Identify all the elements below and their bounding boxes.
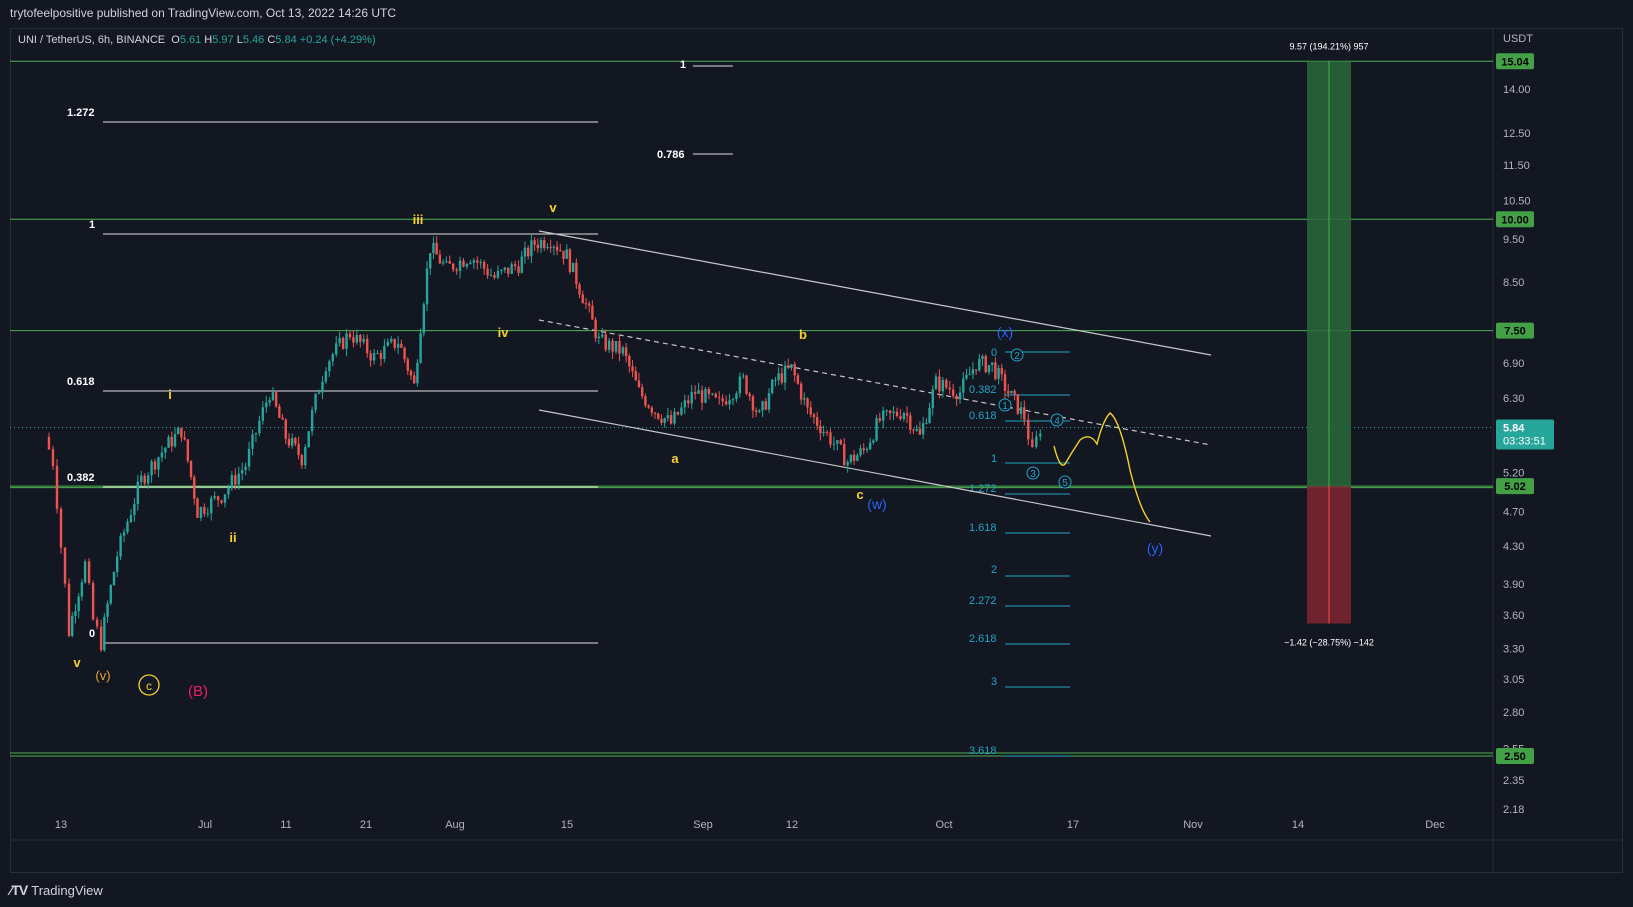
high-value: 5.97 [212, 34, 234, 46]
chart-frame[interactable] [10, 28, 1623, 873]
symbol-legend: UNI / TetherUS, 6h, BINANCE O5.61 H5.97 … [18, 34, 376, 46]
open-label: O [171, 34, 180, 46]
tradingview-logo-icon: ⁄TV [10, 882, 28, 898]
open-value: 5.61 [179, 34, 202, 46]
tradingview-brand[interactable]: ⁄TV TradingView [10, 882, 103, 898]
change-value: +0.24 (+4.29%) [299, 34, 376, 46]
symbol-name[interactable]: UNI / TetherUS, 6h, BINANCE [18, 34, 165, 46]
published-caption: trytofeelpositive published on TradingVi… [10, 6, 396, 20]
low-value: 5.46 [242, 34, 265, 46]
close-value: 5.84 [275, 34, 297, 46]
brand-name: TradingView [31, 882, 103, 898]
